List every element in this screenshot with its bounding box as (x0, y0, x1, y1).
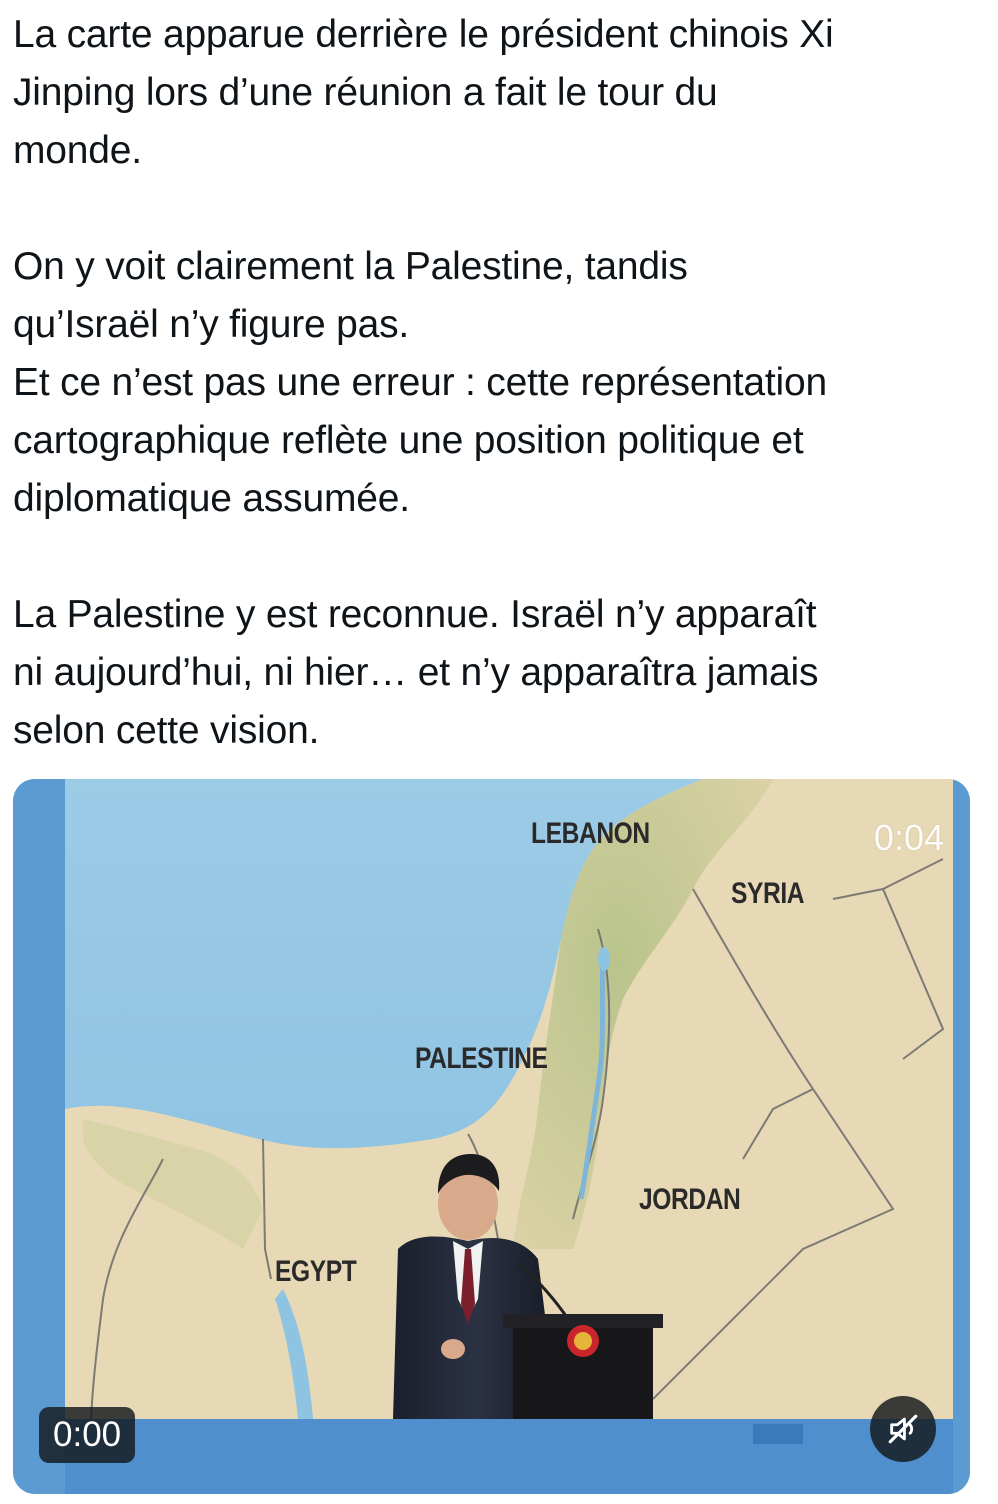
tweet-line: La Palestine y est reconnue. Israël n’y … (13, 593, 817, 636)
tweet-paragraph: On y voit clairement la Palestine, tandi… (13, 238, 988, 528)
map-label-syria: SYRIA (731, 877, 805, 910)
tweet-line: Jinping lors d’une réunion a fait le tou… (13, 71, 718, 114)
map-label-palestine: PALESTINE (415, 1042, 548, 1075)
tweet-line: On y voit clairement la Palestine, tandi… (13, 245, 688, 288)
speaker-muted-icon (888, 1414, 918, 1444)
map-label-lebanon: LEBANON (531, 817, 650, 850)
video-player[interactable]: LEBANON SYRIA PALESTINE JORDAN EGYPT 0:0… (13, 779, 970, 1494)
tweet-line: cartographique reflète une position poli… (13, 419, 804, 462)
video-duration: 0:04 (873, 817, 944, 858)
tweet-line: Et ce n’est pas une erreur : cette repré… (13, 361, 827, 404)
tweet-line: diplomatique assumée. (13, 477, 410, 520)
tweet-line: monde. (13, 129, 142, 172)
tweet-line: qu’Israël n’y figure pas. (13, 303, 410, 346)
video-frame-map (13, 779, 970, 1494)
tweet-paragraph: La carte apparue derrière le président c… (13, 6, 988, 180)
tweet-paragraph: La Palestine y est reconnue. Israël n’y … (13, 586, 988, 760)
tweet-line: La carte apparue derrière le président c… (13, 13, 834, 56)
map-label-egypt: EGYPT (275, 1255, 357, 1288)
tweet-line: selon cette vision. (13, 709, 320, 752)
video-current-time: 0:00 (39, 1407, 136, 1463)
tweet-text: La carte apparue derrière le président c… (13, 6, 988, 760)
tweet-line: ni aujourd’hui, ni hier… et n’y apparaît… (13, 651, 819, 694)
mute-button[interactable] (870, 1396, 936, 1462)
map-label-jordan: JORDAN (639, 1183, 741, 1216)
